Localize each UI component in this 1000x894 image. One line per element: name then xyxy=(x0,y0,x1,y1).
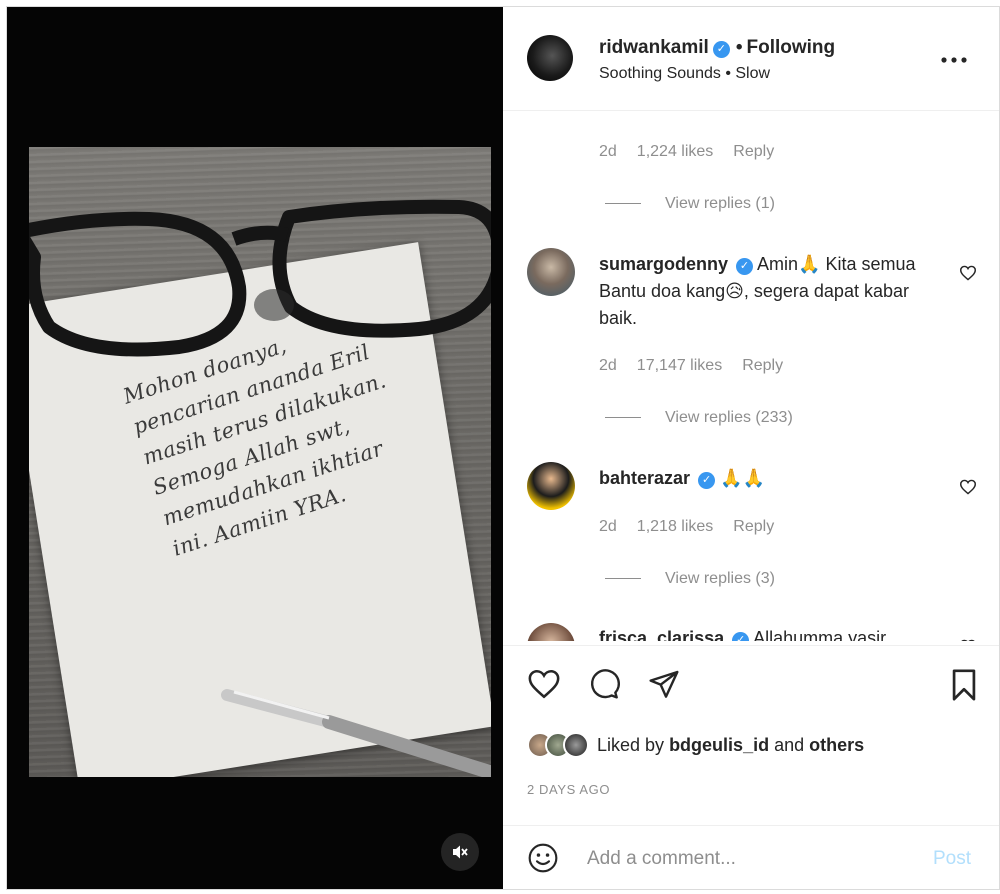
like-comment-heart-icon[interactable] xyxy=(959,639,977,641)
liked-by-text: Liked by bdgeulis_id and others xyxy=(597,735,864,756)
liked-by-row[interactable]: Liked by bdgeulis_id and others xyxy=(527,730,864,760)
post-timestamp[interactable]: 2 DAYS AGO xyxy=(527,782,610,797)
verified-icon: ✓ xyxy=(698,472,716,489)
like-comment-heart-icon[interactable] xyxy=(959,265,977,281)
comments-list[interactable]: 2d 1,224 likes Reply View replies (1) suma… xyxy=(503,111,999,641)
author-line: ridwankamil ✓ • Following xyxy=(599,37,835,59)
reply-button[interactable]: Reply xyxy=(733,518,774,535)
view-replies-label: View replies (3) xyxy=(665,570,775,587)
post-header: ridwankamil ✓ • Following Soothing Sounds •… xyxy=(503,7,999,111)
comment-meta: 2d 1,218 likes Reply xyxy=(599,518,794,536)
heart-icon[interactable] xyxy=(527,668,561,700)
more-horizontal-icon xyxy=(941,57,967,63)
mute-button[interactable] xyxy=(441,833,479,871)
comment-age: 2d xyxy=(599,143,617,160)
post-photo: Mohon doanya, pencarian ananda Eril masi… xyxy=(29,147,491,777)
comment-likes[interactable]: 1,224 likes xyxy=(637,143,714,160)
audio-label[interactable]: Soothing Sounds • Slow xyxy=(599,65,770,83)
separator-dot: • xyxy=(735,37,743,58)
post-media[interactable]: Mohon doanya, pencarian ananda Eril masi… xyxy=(7,7,503,889)
comment-meta: 2d 17,147 likes Reply xyxy=(599,357,803,375)
view-replies-label: View replies (1) xyxy=(665,195,775,212)
divider-line xyxy=(605,203,641,205)
divider-line xyxy=(605,578,641,580)
liked-by-user[interactable]: bdgeulis_id xyxy=(669,735,769,755)
comment-text: bahterazar ✓ 🙏🙏 xyxy=(599,465,939,492)
verified-icon: ✓ xyxy=(712,41,730,58)
post-sidebar: ridwankamil ✓ • Following Soothing Sounds •… xyxy=(503,7,999,889)
liked-by-others[interactable]: others xyxy=(809,735,864,755)
verified-icon: ✓ xyxy=(732,632,750,641)
like-comment-heart-icon[interactable] xyxy=(959,479,977,495)
commenter-avatar[interactable] xyxy=(527,623,575,641)
view-replies-label: View replies (233) xyxy=(665,409,793,426)
divider-line xyxy=(605,417,641,419)
liked-by-and: and xyxy=(774,734,805,755)
commenter-username[interactable]: sumargodenny xyxy=(599,254,728,274)
author-avatar[interactable] xyxy=(527,35,573,81)
comment-likes[interactable]: 1,218 likes xyxy=(637,518,714,535)
speaker-muted-icon xyxy=(453,845,468,859)
post-dialog: Mohon doanya, pencarian ananda Eril masi… xyxy=(6,6,1000,890)
comment-body: Allahumma yasir xyxy=(753,628,887,641)
comment-likes[interactable]: 17,147 likes xyxy=(637,357,722,374)
comment-icon[interactable] xyxy=(587,668,621,700)
commenter-username[interactable]: frisca_clarissa xyxy=(599,628,724,641)
view-replies-button[interactable]: View replies (3) xyxy=(605,570,775,588)
liker-avatar xyxy=(563,732,589,758)
comment-meta: 2d 1,224 likes Reply xyxy=(599,143,794,161)
post-actions: Liked by bdgeulis_id and others 2 DAYS A… xyxy=(503,645,999,825)
commenter-avatar[interactable] xyxy=(527,462,575,510)
comment-input[interactable] xyxy=(587,844,917,874)
comment-text: sumargodenny ✓ Amin🙏 Kita semua Bantu doa… xyxy=(599,251,939,332)
comment-age: 2d xyxy=(599,357,617,374)
emoji-icon[interactable] xyxy=(527,842,559,874)
comment-body: 🙏🙏 xyxy=(720,468,765,488)
commenter-username[interactable]: bahterazar xyxy=(599,468,690,488)
comment-age: 2d xyxy=(599,518,617,535)
view-replies-button[interactable]: View replies (233) xyxy=(605,409,793,427)
following-button[interactable]: Following xyxy=(746,37,835,58)
view-replies-button[interactable]: View replies (1) xyxy=(605,195,775,213)
reply-button[interactable]: Reply xyxy=(742,357,783,374)
reply-button[interactable]: Reply xyxy=(733,143,774,160)
pen-graphic xyxy=(221,689,491,777)
bookmark-icon[interactable] xyxy=(949,668,979,702)
add-comment-bar: Post xyxy=(503,825,999,889)
comment-text: frisca_clarissa ✓ Allahumma yasir xyxy=(599,625,959,641)
verified-icon: ✓ xyxy=(736,258,754,275)
liked-by-prefix: Liked by xyxy=(597,734,665,755)
author-username[interactable]: ridwankamil xyxy=(599,37,709,58)
more-options-button[interactable] xyxy=(941,43,967,71)
post-comment-button[interactable]: Post xyxy=(933,848,971,870)
share-icon[interactable] xyxy=(647,668,681,700)
commenter-avatar[interactable] xyxy=(527,248,575,296)
